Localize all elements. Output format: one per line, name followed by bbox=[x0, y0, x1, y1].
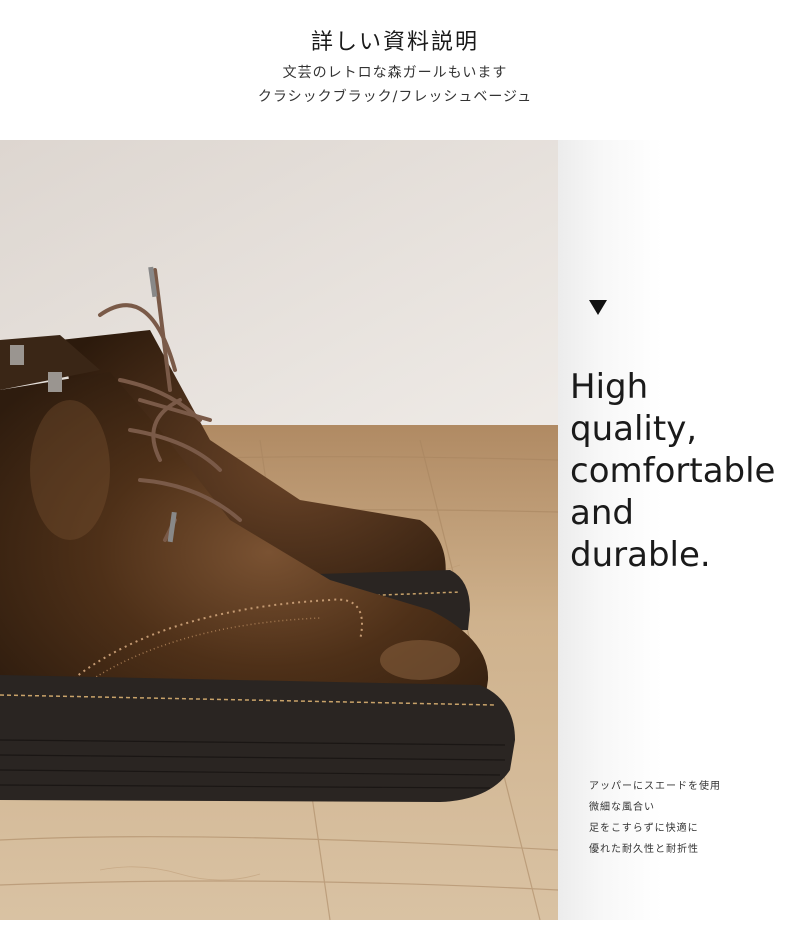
headline-line: and bbox=[570, 493, 634, 533]
feature-list: アッパーにスエードを使用 微細な風合い 足をこすらずに快適に 優れた耐久性と耐折… bbox=[589, 776, 789, 860]
subtitle-style: 文芸のレトロな森ガールもいます bbox=[282, 65, 508, 81]
headline-line: comfortable bbox=[570, 451, 776, 491]
feature-item: アッパーにスエードを使用 bbox=[589, 781, 721, 792]
feature-item: 足をこすらずに快適に bbox=[589, 823, 699, 834]
bottom-margin bbox=[0, 920, 790, 942]
headline-line: High bbox=[570, 367, 649, 407]
feature-item: 微細な風合い bbox=[589, 802, 655, 813]
header: 詳しい資料説明 文芸のレトロな森ガールもいます クラシックブラック/フレッシュベ… bbox=[0, 0, 790, 140]
triangle-down-icon bbox=[589, 300, 607, 315]
boots-illustration bbox=[0, 140, 558, 920]
product-photo bbox=[0, 140, 558, 920]
headline: High quality, comfortable and durable. bbox=[570, 366, 790, 576]
page-title: 詳しい資料説明 bbox=[310, 30, 479, 55]
info-panel: High quality, comfortable and durable. ア… bbox=[558, 140, 790, 920]
headline-line: quality, bbox=[570, 409, 698, 449]
headline-line: durable. bbox=[570, 535, 711, 575]
feature-item: 優れた耐久性と耐折性 bbox=[589, 844, 699, 855]
subtitle-colors: クラシックブラック/フレッシュベージュ bbox=[257, 89, 533, 105]
